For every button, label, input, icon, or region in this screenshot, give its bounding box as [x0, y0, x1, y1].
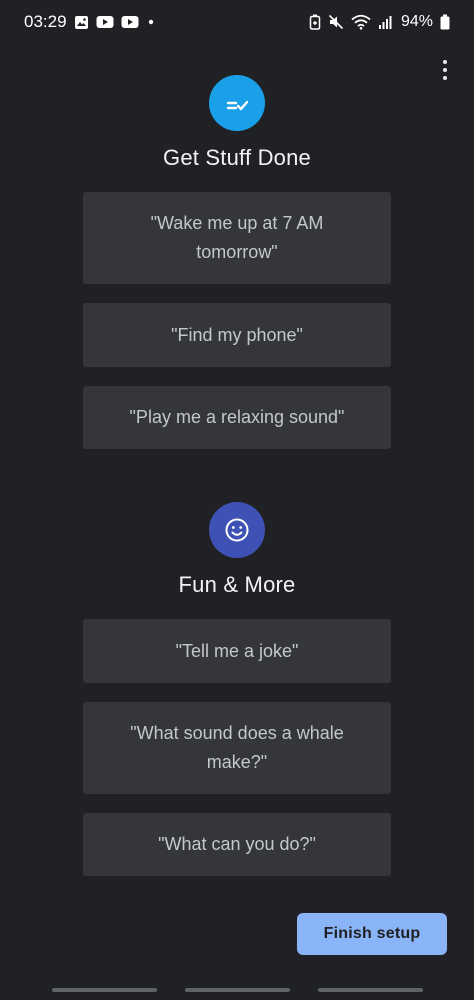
nav-home-handle[interactable] — [185, 988, 290, 992]
gallery-icon — [74, 15, 89, 30]
menu-dot — [443, 68, 447, 72]
suggestion-what-can-you-do[interactable]: "What can you do?" — [83, 813, 391, 876]
assistant-setup-screen: 03:29 94% Get Stuff Done "Wake me up at … — [0, 0, 474, 1000]
suggestion-wake-me-up[interactable]: "Wake me up at 7 AM tomorrow" — [83, 192, 391, 284]
finish-setup-button[interactable]: Finish setup — [297, 913, 447, 955]
section-title-fun-and-more: Fun & More — [178, 572, 296, 597]
menu-dot — [443, 60, 447, 64]
wifi-icon — [351, 14, 371, 30]
youtube-icon — [96, 15, 114, 29]
battery-saver-icon — [309, 14, 321, 30]
status-left: 03:29 — [24, 12, 156, 32]
overflow-menu-icon[interactable] — [434, 56, 456, 84]
suggestion-tell-joke[interactable]: "Tell me a joke" — [83, 619, 391, 683]
suggestion-relaxing-sound[interactable]: "Play me a relaxing sound" — [83, 386, 391, 449]
section-title-get-stuff-done: Get Stuff Done — [163, 145, 311, 170]
nav-back-handle[interactable] — [52, 988, 157, 992]
status-bar: 03:29 94% — [0, 0, 474, 44]
battery-icon — [440, 14, 450, 30]
navigation-bar — [0, 988, 474, 994]
youtube-icon — [121, 15, 139, 29]
mute-icon — [328, 14, 344, 30]
suggestion-whale-sound[interactable]: "What sound does a whale make?" — [83, 702, 391, 794]
status-right: 94% — [309, 13, 450, 31]
smiley-icon — [209, 502, 265, 558]
suggestion-find-my-phone[interactable]: "Find my phone" — [83, 303, 391, 367]
notification-dot-icon — [146, 17, 156, 27]
battery-percent: 94% — [400, 13, 433, 30]
tasks-check-icon — [209, 75, 265, 131]
nav-recents-handle[interactable] — [318, 988, 423, 992]
status-time: 03:29 — [24, 12, 67, 31]
signal-icon — [378, 15, 392, 29]
menu-dot — [443, 76, 447, 80]
